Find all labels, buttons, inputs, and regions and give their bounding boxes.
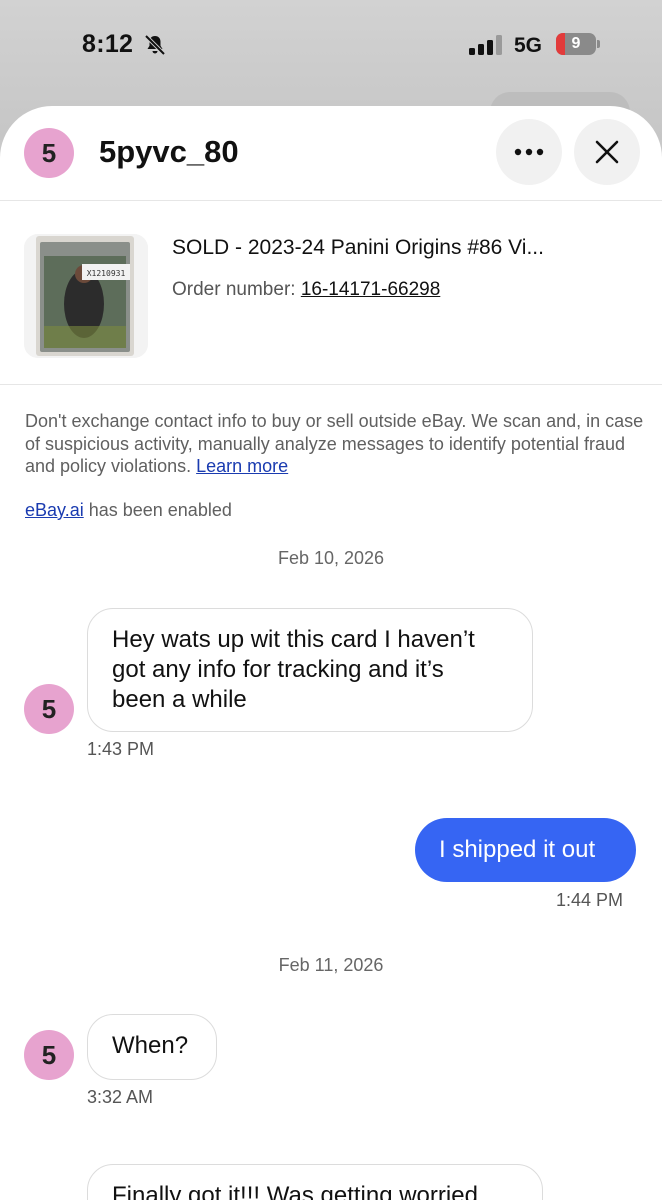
- incoming-message[interactable]: Finally got it!!! Was getting worried: [87, 1164, 543, 1200]
- order-number-link[interactable]: 16-14171-66298: [301, 279, 440, 300]
- message-sheet: 5 5pyvc_80 X1210931 SOLD - 2023-24 Panin…: [0, 106, 662, 1200]
- incoming-message[interactable]: Hey wats up wit this card I haven’t got …: [87, 608, 533, 732]
- battery-level: 9: [571, 35, 581, 52]
- username[interactable]: 5pyvc_80: [99, 134, 239, 170]
- more-icon: [514, 148, 544, 156]
- message-time: 3:32 AM: [87, 1087, 154, 1107]
- message-line: Hey wats up wit this card I haven’t: [112, 626, 475, 653]
- notice-text: Don't exchange contact info to buy or se…: [25, 411, 644, 476]
- bell-muted-icon: [144, 34, 166, 56]
- item-summary[interactable]: X1210931 SOLD - 2023-24 Panini Origins #…: [0, 216, 662, 376]
- message-line: got any info for tracking and it’s: [112, 656, 444, 683]
- ai-notice-text: has been enabled: [88, 500, 232, 520]
- close-button[interactable]: [574, 119, 640, 185]
- conversation-header: 5 5pyvc_80: [0, 106, 662, 200]
- message-time: 1:43 PM: [87, 739, 155, 759]
- order-row: Order number: 16-14171-66298: [172, 279, 440, 301]
- item-thumbnail[interactable]: X1210931: [24, 234, 148, 358]
- learn-more-link[interactable]: Learn more: [196, 456, 288, 476]
- status-time: 8:12: [82, 30, 134, 58]
- date-separator: Feb 11, 2026: [278, 955, 384, 975]
- item-title[interactable]: SOLD - 2023-24 Panini Origins #86 Vi...: [172, 236, 544, 260]
- order-label: Order number:: [172, 279, 296, 300]
- cell-signal-icon: [469, 35, 502, 55]
- card-image: X1210931: [24, 234, 148, 358]
- item-divider: [0, 384, 662, 385]
- outgoing-message[interactable]: I shipped it out: [415, 818, 636, 882]
- close-icon: [595, 140, 619, 164]
- battery-icon: 9: [556, 33, 600, 55]
- sender-avatar[interactable]: 5: [24, 684, 74, 734]
- header-divider: [0, 200, 662, 201]
- network-type: 5G: [514, 34, 543, 57]
- thumb-label: X1210931: [87, 269, 126, 278]
- date-separator: Feb 10, 2026: [277, 548, 385, 568]
- ebay-ai-link[interactable]: eBay.ai: [25, 500, 84, 520]
- ai-notice: eBay.ai has been enabled: [25, 500, 232, 521]
- incoming-message[interactable]: When?: [87, 1014, 217, 1080]
- more-options-button[interactable]: [496, 119, 562, 185]
- message-line: been a while: [112, 686, 247, 713]
- sender-avatar[interactable]: 5: [24, 1030, 74, 1080]
- message-time: 1:44 PM: [556, 890, 624, 910]
- user-avatar[interactable]: 5: [24, 128, 74, 178]
- safety-notice: Don't exchange contact info to buy or se…: [25, 410, 645, 478]
